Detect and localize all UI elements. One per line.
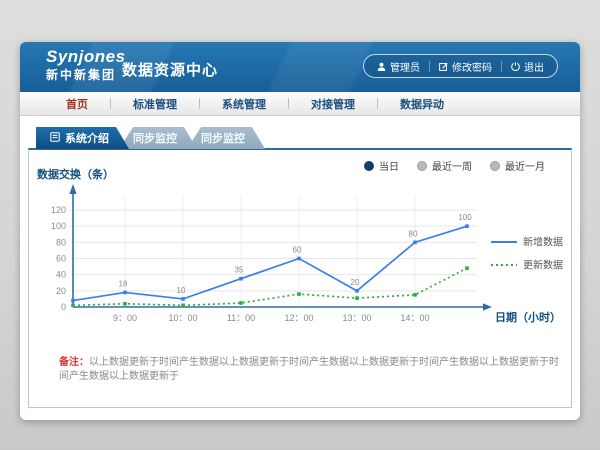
svg-text:20: 20 <box>351 278 360 287</box>
svg-text:日期（小时）: 日期（小时） <box>495 310 561 324</box>
footnote-prefix: 备注： <box>59 357 89 368</box>
nav-item-system-management[interactable]: 系统管理 <box>200 96 288 112</box>
svg-text:35: 35 <box>235 266 244 275</box>
svg-text:40: 40 <box>56 270 66 280</box>
svg-text:13：00: 13：00 <box>342 313 371 323</box>
logout-button[interactable]: 退出 <box>502 59 553 74</box>
svg-text:60: 60 <box>56 254 66 264</box>
nav-item-data-change[interactable]: 数据异动 <box>378 96 466 112</box>
company-logo: Synjones 新中新集团 <box>46 48 126 81</box>
svg-text:0: 0 <box>61 302 66 312</box>
nav-item-standard-management[interactable]: 标准管理 <box>111 96 199 112</box>
admin-user-label: 管理员 <box>390 59 420 74</box>
page-title: 数据资源中心 <box>122 59 218 80</box>
chart-panel: 当日 最近一周 最近一月 0204060801001209：0010：0011：… <box>28 148 572 408</box>
svg-text:12：00: 12：00 <box>284 313 313 323</box>
logout-label: 退出 <box>524 59 544 74</box>
footnote-text: 以上数据更新于时间产生数据以上数据更新于时间产生数据以上数据更新于时间产生数据以… <box>59 357 559 382</box>
svg-text:11：00: 11：00 <box>227 313 255 323</box>
edit-icon <box>439 62 448 71</box>
svg-text:60: 60 <box>293 246 302 255</box>
svg-text:10：00: 10：00 <box>168 313 197 323</box>
admin-user-button[interactable]: 管理员 <box>368 59 429 74</box>
nav-item-interface-management[interactable]: 对接管理 <box>289 96 377 112</box>
svg-text:18: 18 <box>119 279 128 288</box>
svg-text:10: 10 <box>177 286 186 295</box>
chart-area: 0 20 40 60 80 100 120 9：00 10：00 11：00 12：00 13：00 1… <box>33 162 573 339</box>
nav-item-home[interactable]: 首页 <box>44 96 110 112</box>
tab-label: 同步监控 <box>201 130 245 146</box>
svg-text:100: 100 <box>51 221 66 231</box>
svg-text:新增数据: 新增数据 <box>523 236 563 249</box>
svg-text:100: 100 <box>458 213 472 222</box>
svg-text:20: 20 <box>56 286 66 296</box>
main-window: Synjones 新中新集团 数据资源中心 管理员 修改密码 <box>20 42 580 420</box>
tab-bar: 系统介绍 同步监控 同步监控 <box>36 127 265 149</box>
power-icon <box>511 62 520 71</box>
svg-text:14：00: 14：00 <box>400 313 429 323</box>
svg-text:更新数据: 更新数据 <box>523 259 563 272</box>
logo-text: Synjones <box>46 48 126 65</box>
user-icon <box>377 62 386 71</box>
change-password-button[interactable]: 修改密码 <box>430 59 501 74</box>
svg-text:9：00: 9：00 <box>113 313 137 323</box>
user-toolbar: 管理员 修改密码 退出 <box>363 54 558 78</box>
main-nav: 首页 标准管理 系统管理 对接管理 数据异动 <box>20 92 580 116</box>
svg-text:120: 120 <box>51 205 66 215</box>
svg-text:80: 80 <box>56 237 66 247</box>
svg-text:数据交换（条）: 数据交换（条） <box>37 167 114 181</box>
app-header: Synjones 新中新集团 数据资源中心 管理员 修改密码 <box>20 42 580 92</box>
line-chart: 0 20 40 60 80 100 120 9：00 10：00 11：00 12：00 13：00 1… <box>33 162 573 334</box>
footnote: 备注：以上数据更新于时间产生数据以上数据更新于时间产生数据以上数据更新于时间产生… <box>59 356 559 384</box>
tab-label: 系统介绍 <box>65 130 109 146</box>
tab-system-intro[interactable]: 系统介绍 <box>36 127 129 149</box>
tab-sync-monitor-2[interactable]: 同步监控 <box>187 127 265 149</box>
tab-sync-monitor-1[interactable]: 同步监控 <box>119 127 197 149</box>
change-password-label: 修改密码 <box>452 59 492 74</box>
svg-text:80: 80 <box>409 229 418 238</box>
tab-label: 同步监控 <box>133 130 177 146</box>
document-icon <box>50 132 60 145</box>
logo-subtext: 新中新集团 <box>46 69 126 81</box>
